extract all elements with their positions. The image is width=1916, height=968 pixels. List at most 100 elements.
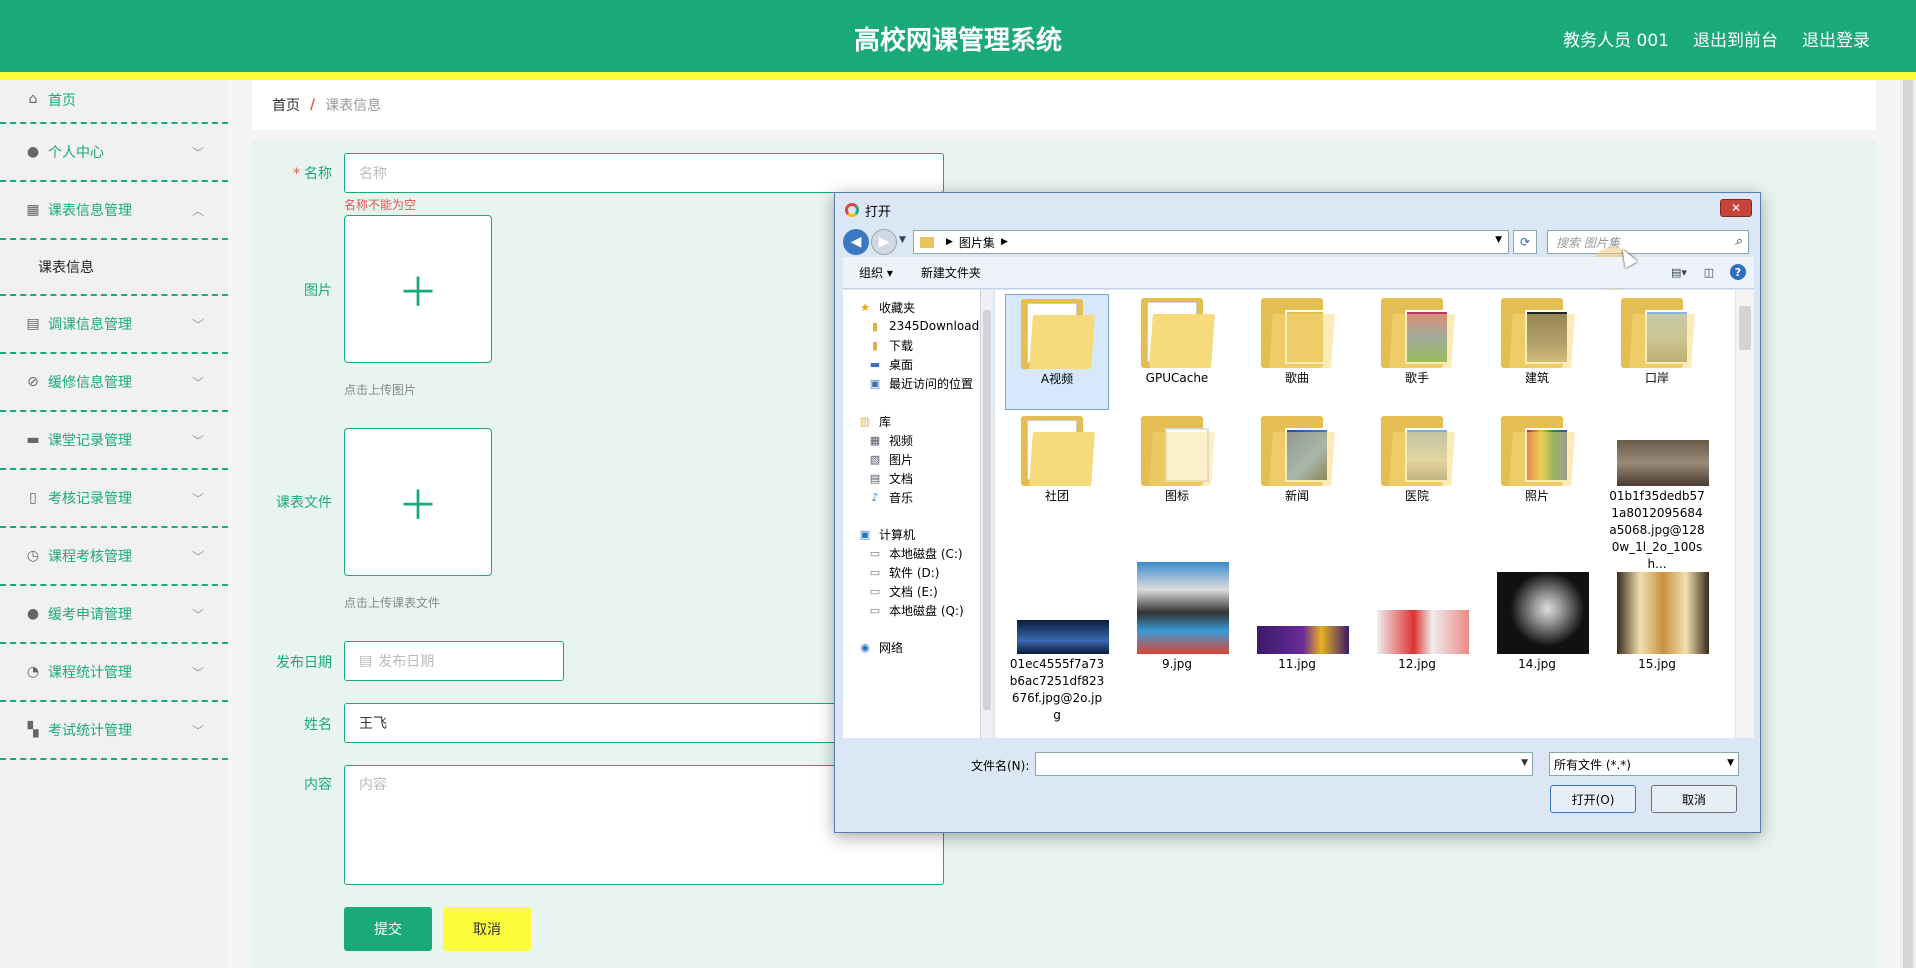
file-tile-folder[interactable]: 医院 xyxy=(1365,412,1469,505)
submit-button[interactable]: 提交 xyxy=(344,907,432,951)
breadcrumb-current: 课表信息 xyxy=(325,98,382,114)
filename-input[interactable]: ▼ xyxy=(1035,752,1533,776)
chevron-down-icon: ﹀ xyxy=(191,608,204,622)
preview-pane-icon[interactable]: ◫ xyxy=(1700,263,1718,281)
sidebar-item-label: 课表信息 xyxy=(38,260,94,276)
drive-icon: ▭ xyxy=(869,584,881,598)
folder-icon xyxy=(1375,294,1459,368)
file-tile-folder[interactable]: 口岸 xyxy=(1605,294,1709,387)
sidebar-item-reschedule[interactable]: ▤ 调课信息管理 ﹀ xyxy=(0,296,228,354)
computer-icon: ▣ xyxy=(859,527,871,541)
date-picker[interactable]: ▤ 发布日期 xyxy=(344,641,564,681)
folder-icon xyxy=(920,236,934,248)
file-tile-folder[interactable]: 歌曲 xyxy=(1245,294,1349,387)
network-icon: ◉ xyxy=(860,640,870,654)
file-tile-image[interactable]: 15.jpg xyxy=(1605,572,1709,673)
new-folder-button[interactable]: 新建文件夹 xyxy=(921,264,981,281)
folder-icon xyxy=(1495,412,1579,486)
sidebar-item-course-assessment[interactable]: ◷ 课程考核管理 ﹀ xyxy=(0,528,228,586)
file-tile-folder[interactable]: 社团 xyxy=(1005,412,1109,505)
sidebar-item-label: 缓修信息管理 xyxy=(48,375,132,391)
file-tile-folder[interactable]: GPUCache xyxy=(1125,294,1229,387)
file-tile-folder[interactable]: 新闻 xyxy=(1245,412,1349,505)
page-scrollbar[interactable] xyxy=(1900,80,1916,968)
nav-music[interactable]: ♪ 音乐 xyxy=(867,486,913,508)
file-tile-folder[interactable]: 图标 xyxy=(1125,412,1229,505)
filetype-select[interactable]: 所有文件 (*.*) ▼ xyxy=(1549,752,1739,776)
refresh-icon[interactable]: ⟳ xyxy=(1513,230,1537,254)
file-tile-image[interactable]: 11.jpg xyxy=(1245,580,1349,673)
cancel-button[interactable]: 取消 xyxy=(443,907,531,951)
sidebar-item-deferral[interactable]: ⊘ 缓修信息管理 ﹀ xyxy=(0,354,228,412)
file-tile-folder[interactable]: 歌手 xyxy=(1365,294,1469,387)
header-links: 教务人员 001 退出到前台 退出登录 xyxy=(1563,26,1870,51)
history-dropdown-icon[interactable]: ▼ xyxy=(899,235,906,245)
file-list-scrollbar[interactable] xyxy=(1736,290,1754,738)
file-tile-image[interactable]: 01ec4555f7a73b6ac7251df823676f.jpg@2o.jp… xyxy=(1005,580,1109,724)
file-tile-folder[interactable]: 照片 xyxy=(1485,412,1589,505)
chevron-down-icon[interactable]: ▼ xyxy=(1495,235,1502,245)
logout-link[interactable]: 退出登录 xyxy=(1802,26,1870,51)
search-icon[interactable]: ⌕ xyxy=(1735,234,1742,249)
sidebar-item-label: 个人中心 xyxy=(48,145,104,161)
filename-label: 文件名(N): xyxy=(971,759,1030,773)
file-tile-folder[interactable]: A视频 xyxy=(1005,294,1109,410)
sidebar-item-profile[interactable]: ● 个人中心 ﹀ xyxy=(0,124,228,182)
image-thumbnail xyxy=(1135,562,1229,654)
path-segment[interactable]: 图片集 xyxy=(959,234,995,251)
sidebar-item-class-records[interactable]: ▬ 课堂记录管理 ﹀ xyxy=(0,412,228,470)
chevron-right-icon: ▶ xyxy=(946,237,953,247)
sidebar-item-exam-deferral[interactable]: ● 缓考申请管理 ﹀ xyxy=(0,586,228,644)
open-button[interactable]: 打开(O) xyxy=(1550,785,1636,813)
file-tile-image[interactable]: 14.jpg xyxy=(1485,572,1589,673)
schedule-file-upload[interactable]: ＋ xyxy=(344,428,492,576)
to-front-link[interactable]: 退出到前台 xyxy=(1693,26,1778,51)
sidebar-item-label: 课程统计管理 xyxy=(48,665,132,681)
sidebar-item-schedule[interactable]: ▦ 课表信息管理 ︿ xyxy=(0,182,228,240)
breadcrumb-home[interactable]: 首页 xyxy=(272,95,300,115)
image-label: 图片 xyxy=(304,283,332,299)
address-bar[interactable]: ▶ 图片集 ▶ ▼ xyxy=(913,230,1509,254)
folder-icon xyxy=(1255,294,1339,368)
sidebar-item-assessment-records[interactable]: ▯ 考核记录管理 ﹀ xyxy=(0,470,228,528)
sidebar-subitem-schedule-info[interactable]: 课表信息 xyxy=(0,240,228,296)
calendar-icon: ▤ xyxy=(359,653,373,669)
nav-pane-scrollbar[interactable] xyxy=(981,290,993,738)
file-tile-image[interactable]: 9.jpg xyxy=(1125,562,1229,673)
name-input[interactable]: 名称 xyxy=(344,153,944,193)
chevron-down-icon: ﹀ xyxy=(191,724,204,738)
nav-recent[interactable]: ▣ 最近访问的位置 xyxy=(867,372,973,394)
sidebar-item-course-stats[interactable]: ◔ 课程统计管理 ﹀ xyxy=(0,644,228,702)
sidebar-item-exam-stats[interactable]: ▚ 考试统计管理 ﹀ xyxy=(0,702,228,760)
nav-network[interactable]: ◉ 网络 xyxy=(857,636,903,658)
drive-icon: ▭ xyxy=(869,565,881,579)
forward-button[interactable]: ▶ xyxy=(871,229,897,255)
nav-drive-q[interactable]: ▭ 本地磁盘 (Q:) xyxy=(867,599,964,621)
date-label: 发布日期 xyxy=(276,655,332,671)
view-options-icon[interactable]: ▤▾ xyxy=(1670,263,1688,281)
dialog-close-button[interactable]: ✕ xyxy=(1720,199,1752,217)
chevron-down-icon[interactable]: ▼ xyxy=(1521,758,1528,768)
sidebar-item-label: 首页 xyxy=(48,93,76,109)
dialog-cancel-button[interactable]: 取消 xyxy=(1651,785,1737,813)
folder-icon xyxy=(1375,412,1459,486)
back-button[interactable]: ◀ xyxy=(843,229,869,255)
header-accent-bar xyxy=(0,72,1916,80)
current-user: 教务人员 001 xyxy=(1563,31,1669,51)
organize-button[interactable]: 组织 ▾ xyxy=(859,264,893,281)
help-icon[interactable]: ? xyxy=(1730,264,1746,280)
search-input[interactable]: 搜索 图片集 ⌕ xyxy=(1547,230,1749,254)
image-thumbnail xyxy=(1615,412,1709,486)
dialog-titlebar[interactable]: 打开 xyxy=(835,193,1760,227)
file-tile-image[interactable]: 01b1f35dedb571a8012095684a5068.jpg@1280w… xyxy=(1605,412,1709,573)
wallet-icon: ▤ xyxy=(26,316,40,332)
name-error: 名称不能为空 xyxy=(344,198,417,212)
sidebar-item-home[interactable]: ⌂ 首页 xyxy=(0,80,228,124)
file-tile-folder[interactable]: 建筑 xyxy=(1485,294,1589,387)
chevron-down-icon: ▼ xyxy=(1727,758,1734,768)
file-tile-image[interactable]: 12.jpg xyxy=(1365,580,1469,673)
folder-icon xyxy=(1135,412,1219,486)
image-upload[interactable]: ＋ xyxy=(344,215,492,363)
dialog-toolbar: 组织 ▾ 新建文件夹 ▤▾ ◫ ? xyxy=(843,257,1754,289)
recent-icon: ▣ xyxy=(869,376,881,390)
